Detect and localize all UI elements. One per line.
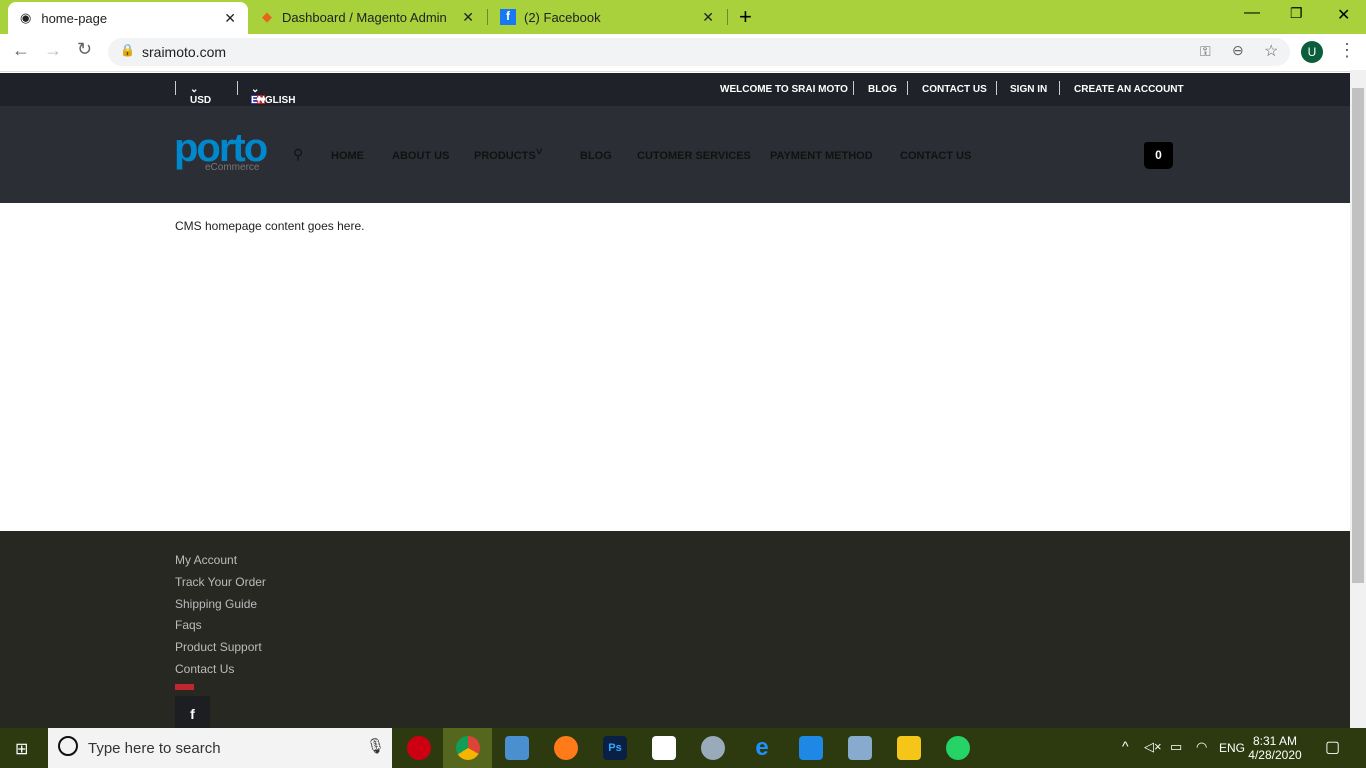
chrome-icon[interactable] [456, 736, 480, 760]
nav-contact-us[interactable]: CONTACT US [900, 150, 971, 162]
search-placeholder: Type here to search [88, 739, 221, 757]
clock[interactable]: 8:31 AM 4/28/2020 [1235, 734, 1315, 762]
windows-start-icon[interactable]: ⊞ [15, 739, 28, 759]
photoshop-icon[interactable]: Ps [603, 736, 627, 760]
scrollbar-thumb[interactable] [1352, 88, 1364, 583]
microphone-icon[interactable]: 🎙 [366, 737, 385, 755]
key-icon[interactable]: ⚿ [1200, 43, 1211, 60]
footer-link-my-account[interactable]: My Account [175, 553, 237, 567]
currency-switcher[interactable]: USD ⌄ [190, 84, 211, 106]
new-tab-button[interactable]: + [739, 4, 752, 30]
footer: My Account Track Your Order Shipping Gui… [0, 531, 1350, 728]
tab-title: (2) Facebook [524, 9, 601, 25]
url-text: sraimoto.com [142, 44, 227, 60]
cart-icon[interactable]: 0 [1144, 142, 1173, 169]
footer-link-track-order[interactable]: Track Your Order [175, 575, 266, 589]
back-icon[interactable]: ← [12, 40, 30, 61]
paint-icon[interactable] [701, 736, 725, 760]
create-account-link[interactable]: CREATE AN ACCOUNT [1074, 84, 1184, 95]
tab-divider [727, 9, 728, 25]
cart-count: 0 [1155, 148, 1162, 162]
close-window-button[interactable]: ✕ [1337, 5, 1350, 25]
nav-home[interactable]: HOME [331, 150, 364, 162]
tab-magento[interactable]: ◆ Dashboard / Magento Admin ✕ [250, 0, 486, 34]
footer-link-shipping-guide[interactable]: Shipping Guide [175, 597, 257, 611]
tab-title: home-page [41, 10, 108, 26]
nav-products[interactable]: PRODUCTS [474, 150, 536, 162]
bookmark-star-icon[interactable]: ☆ [1264, 41, 1278, 61]
magento-icon: ◆ [262, 9, 272, 24]
facebook-icon: f [500, 9, 516, 25]
blog-link[interactable]: BLOG [868, 84, 897, 95]
close-tab-icon[interactable]: ✕ [224, 10, 236, 27]
language-indicator[interactable]: ENG [1219, 741, 1245, 755]
profile-avatar[interactable]: U [1301, 41, 1323, 63]
nav-customer-services[interactable]: CUTOMER SERVICES [637, 150, 751, 162]
edge-icon[interactable]: e [750, 736, 774, 760]
facebook-social-button[interactable]: f [175, 696, 210, 728]
top-links-bar: USD ⌄ ENGLISH ⌄ WELCOME TO SRAI MOTO BLO… [0, 73, 1350, 106]
sign-in-link[interactable]: SIGN IN [1010, 84, 1047, 95]
menu-icon[interactable]: ⋮ [1338, 40, 1356, 61]
small-logo-image [175, 684, 194, 690]
opera-icon[interactable] [407, 736, 431, 760]
chevron-up-icon[interactable]: ^ [1122, 738, 1129, 754]
tab-strip: ◉ home-page ✕ ◆ Dashboard / Magento Admin ✕ … [0, 0, 1366, 34]
cortana-icon [58, 736, 78, 756]
close-tab-icon[interactable]: ✕ [702, 9, 714, 26]
nav-blog[interactable]: BLOG [580, 150, 612, 162]
lock-icon: 🔒 [120, 43, 135, 57]
language-switcher[interactable]: ENGLISH ⌄ [251, 84, 295, 106]
volume-muted-icon[interactable]: ◁× [1144, 739, 1162, 755]
minimize-button[interactable]: — [1244, 4, 1260, 22]
reload-icon[interactable]: ↻ [77, 39, 92, 60]
search-icon[interactable]: ⚲ [293, 146, 303, 163]
site-header: porto eCommerce ⚲ HOME ABOUT US PRODUCTS… [0, 106, 1350, 203]
mail-icon[interactable] [799, 736, 823, 760]
nav-payment-method[interactable]: PAYMENT METHOD [770, 150, 873, 162]
restore-button[interactable]: ❐ [1290, 5, 1303, 22]
wifi-icon[interactable]: ◠ [1196, 739, 1207, 755]
welcome-text: WELCOME TO SRAI MOTO [720, 84, 848, 95]
whatsapp-icon[interactable] [946, 736, 970, 760]
forward-icon[interactable]: → [44, 40, 62, 61]
notifications-icon[interactable]: ▢ [1325, 737, 1340, 757]
file-explorer-icon[interactable] [897, 736, 921, 760]
chevron-down-icon: ˅ [536, 146, 543, 158]
url-input[interactable]: 🔒 sraimoto.com ⚿ ⊖ ☆ [108, 38, 1290, 66]
close-tab-icon[interactable]: ✕ [462, 9, 474, 26]
logo-subtitle: eCommerce [205, 162, 260, 173]
photos-icon[interactable] [505, 736, 529, 760]
tab-facebook[interactable]: f (2) Facebook ✕ [488, 0, 726, 34]
cms-content: CMS homepage content goes here. [175, 219, 365, 233]
footer-link-product-support[interactable]: Product Support [175, 640, 262, 654]
firefox-icon[interactable] [554, 736, 578, 760]
battery-icon[interactable]: ▭ [1170, 739, 1182, 755]
taskbar-search-input[interactable]: Type here to search 🎙 [48, 728, 392, 768]
zoom-icon[interactable]: ⊖ [1232, 42, 1244, 59]
store-icon[interactable] [652, 736, 676, 760]
tab-title: Dashboard / Magento Admin [282, 9, 447, 25]
nav-about-us[interactable]: ABOUT US [392, 150, 449, 162]
footer-link-faqs[interactable]: Faqs [175, 618, 202, 632]
tab-icon: ◉ [20, 10, 32, 25]
tab-home-page[interactable]: ◉ home-page ✕ [8, 2, 248, 34]
scrollbar[interactable] [1350, 70, 1366, 728]
contact-link[interactable]: CONTACT US [922, 84, 987, 95]
footer-link-contact-us[interactable]: Contact Us [175, 662, 234, 676]
app-icon[interactable] [848, 736, 872, 760]
